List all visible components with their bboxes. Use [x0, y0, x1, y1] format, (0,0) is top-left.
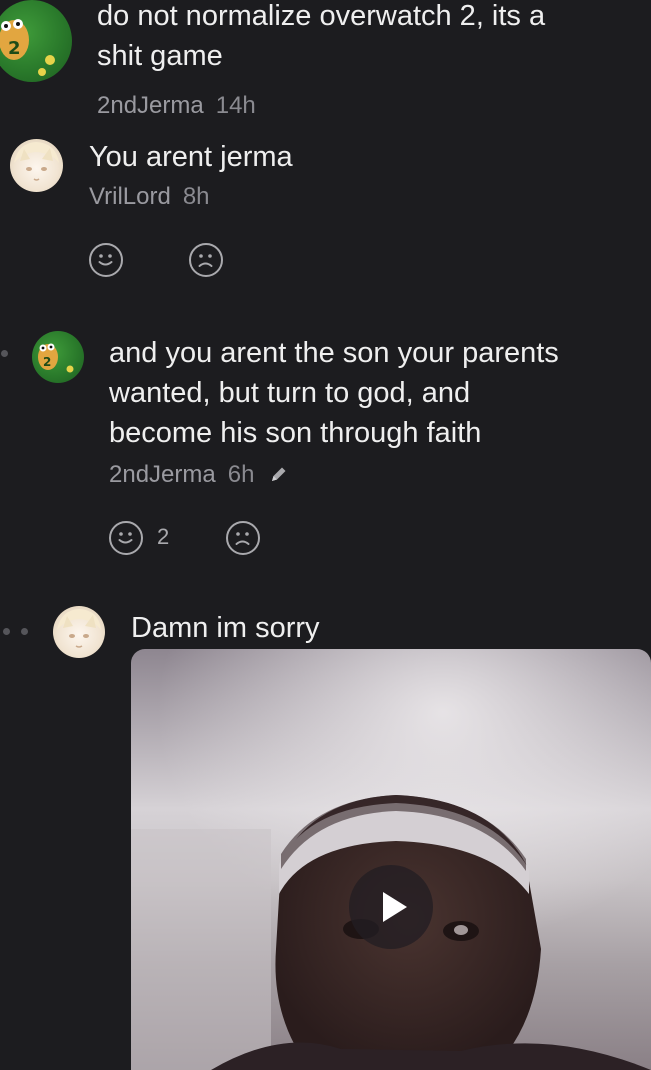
timestamp: 6h	[227, 461, 255, 488]
video-thumbnail	[131, 649, 651, 1070]
comment-text-line: wanted, but turn to god, and	[109, 377, 471, 409]
comment-meta: VrilLord 8h	[89, 183, 210, 211]
frown-icon[interactable]	[226, 521, 260, 555]
reaction-count: 2	[157, 524, 170, 549]
author-name[interactable]: VrilLord	[89, 183, 171, 210]
comment-text-line: become his son through faith	[109, 417, 482, 449]
timestamp: 14h	[215, 92, 256, 119]
svg-text:2: 2	[43, 355, 51, 369]
thread-indicator	[3, 628, 10, 635]
avatar[interactable]: 2	[32, 331, 84, 383]
play-button[interactable]	[349, 865, 433, 949]
frown-icon[interactable]	[189, 243, 223, 277]
comment-text: You arent jerma	[89, 141, 293, 173]
avatar[interactable]: 2	[0, 0, 72, 82]
author-name[interactable]: 2ndJerma	[109, 461, 216, 488]
timestamp: 8h	[182, 183, 210, 210]
author-name[interactable]: 2ndJerma	[97, 92, 204, 119]
comment-text-line: shit game	[97, 40, 223, 72]
comment-text: and you arent the son your parents wante…	[109, 333, 644, 453]
thread-indicator	[1, 350, 8, 357]
smile-icon[interactable]	[89, 243, 123, 277]
play-icon	[383, 892, 407, 922]
smile-icon[interactable]	[109, 521, 143, 555]
video-attachment[interactable]	[131, 649, 651, 1070]
svg-text:2: 2	[8, 38, 21, 59]
comment-meta: 2ndJerma 6h	[109, 461, 289, 491]
comment-text: Damn im sorry	[131, 612, 320, 644]
comment-text: do not normalize overwatch 2, its a shit…	[97, 0, 637, 76]
avatar[interactable]	[10, 139, 63, 192]
comment-meta: 2ndJerma 14h	[97, 92, 256, 120]
pencil-icon	[269, 463, 289, 491]
comment-text-line: do not normalize overwatch 2, its a	[97, 0, 546, 32]
avatar[interactable]	[53, 606, 105, 658]
comment-text-line: and you arent the son your parents	[109, 337, 559, 369]
thread-indicator	[21, 628, 28, 635]
